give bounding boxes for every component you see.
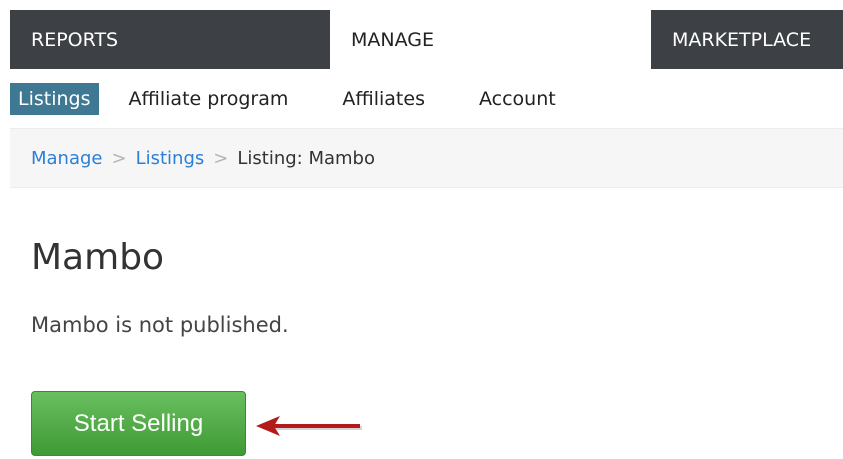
subnav-item-account[interactable]: Account bbox=[471, 83, 564, 115]
arrow-left-icon bbox=[256, 416, 362, 436]
sub-navigation: Listings Affiliate program Affiliates Ac… bbox=[10, 72, 602, 126]
tab-manage[interactable]: MANAGE bbox=[330, 10, 651, 69]
publish-status-text: Mambo is not published. bbox=[31, 313, 289, 337]
tab-reports[interactable]: REPORTS bbox=[10, 10, 330, 69]
breadcrumb: Manage > Listings > Listing: Mambo bbox=[10, 128, 843, 188]
subnav-item-affiliates[interactable]: Affiliates bbox=[334, 83, 433, 115]
breadcrumb-separator: > bbox=[213, 147, 229, 169]
breadcrumb-link-manage[interactable]: Manage bbox=[31, 148, 103, 169]
subnav-item-affiliate-program[interactable]: Affiliate program bbox=[121, 83, 297, 115]
top-navigation: REPORTS MANAGE MARKETPLACE bbox=[10, 10, 843, 69]
subnav-item-listings[interactable]: Listings bbox=[10, 83, 99, 115]
breadcrumb-current: Listing: Mambo bbox=[237, 147, 375, 169]
page-title: Mambo bbox=[31, 237, 165, 278]
breadcrumb-link-listings[interactable]: Listings bbox=[136, 148, 205, 169]
start-selling-button[interactable]: Start Selling bbox=[31, 391, 246, 456]
breadcrumb-separator: > bbox=[111, 147, 127, 169]
tab-marketplace[interactable]: MARKETPLACE bbox=[651, 10, 843, 69]
